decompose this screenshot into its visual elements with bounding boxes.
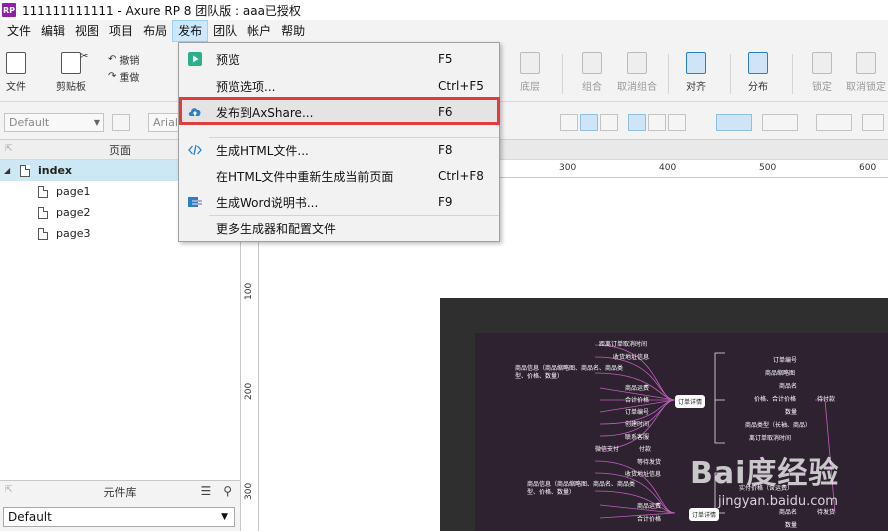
shadow-button[interactable]: [762, 114, 798, 131]
unlock-button[interactable]: 取消锁定: [846, 52, 886, 93]
line-style-button[interactable]: [862, 114, 884, 131]
menu-item-preview-options[interactable]: 预览选项... Ctrl+F5: [179, 74, 499, 98]
menu-item-generate-html[interactable]: 生成HTML文件... F8: [179, 138, 499, 162]
align-right-text-button[interactable]: [600, 114, 618, 131]
menu-item-more-generators[interactable]: 更多生成器和配置文件: [179, 216, 499, 240]
font-select[interactable]: Arial: [148, 113, 180, 132]
bottom-layer-button[interactable]: 底层: [520, 52, 540, 93]
unlock-icon: [856, 52, 876, 74]
lock-icon: [812, 52, 832, 74]
library-panel: ⇱ 元件库 ☰ ⚲ Default ▼: [0, 480, 241, 531]
search-icon[interactable]: ⚲: [223, 484, 232, 498]
scissors-icon: ✂: [80, 51, 89, 62]
menu-view[interactable]: 视图: [70, 20, 104, 42]
page-icon: [38, 206, 48, 219]
annotation-highlight-box: [179, 97, 500, 125]
library-panel-header: ⇱ 元件库 ☰ ⚲: [5, 484, 232, 499]
menu-publish[interactable]: 发布: [172, 20, 209, 42]
bottom-layer-icon: [520, 52, 540, 74]
pin-icon[interactable]: ⇱: [5, 485, 13, 495]
toolbar-separator: [562, 54, 563, 94]
publish-menu-dropdown: 预览 F5 预览选项... Ctrl+F5 发布到AxShare... F6 生…: [178, 42, 500, 242]
code-icon: [188, 144, 202, 156]
menu-project[interactable]: 项目: [104, 20, 138, 42]
group-button[interactable]: 组合: [582, 52, 602, 93]
page-icon: [38, 227, 48, 240]
ungroup-icon: [627, 52, 647, 74]
word-doc-icon: [188, 197, 202, 207]
align-top-button[interactable]: [628, 114, 646, 131]
paste-icon: [61, 52, 81, 74]
page-icon: [38, 185, 48, 198]
chevron-down-icon: ▼: [93, 118, 100, 127]
axure-app-icon: RP: [2, 3, 16, 17]
window-title: 111111111111 - Axure RP 8 团队版 : aaa已授权: [22, 3, 301, 18]
toolbar-separator: [730, 54, 731, 94]
undo-icon: ↶: [108, 54, 117, 65]
group-icon: [582, 52, 602, 74]
play-icon: [188, 52, 202, 66]
toolbar-separator: [668, 54, 669, 94]
toolbar-separator: [792, 54, 793, 94]
cut-button[interactable]: ✂: [80, 51, 88, 62]
pin-icon[interactable]: ⇱: [5, 144, 13, 154]
title-bar: RP 111111111111 - Axure RP 8 团队版 : aaa已授…: [0, 0, 888, 20]
line-color-button[interactable]: [816, 114, 852, 131]
menu-item-generate-word[interactable]: 生成Word说明书... F9: [179, 190, 499, 214]
style-select[interactable]: Default ▼: [4, 113, 104, 132]
collapse-triangle-icon[interactable]: ◢: [4, 166, 14, 175]
chevron-down-icon: ▼: [221, 512, 228, 522]
menu-icon[interactable]: ☰: [200, 484, 211, 498]
library-select[interactable]: Default ▼: [3, 507, 235, 527]
page-icon: [20, 164, 30, 177]
menu-file[interactable]: 文件: [2, 20, 36, 42]
new-file-icon: [6, 52, 26, 74]
file-button[interactable]: 文件: [6, 52, 26, 93]
fill-color-button[interactable]: [716, 114, 752, 131]
align-middle-button[interactable]: [648, 114, 666, 131]
menu-layout[interactable]: 布局: [138, 20, 172, 42]
distribute-icon: [748, 52, 768, 74]
align-button[interactable]: 对齐: [686, 52, 706, 93]
align-center-text-button[interactable]: [580, 114, 598, 131]
align-left-icon: [686, 52, 706, 74]
menu-account[interactable]: 帐户: [242, 20, 276, 42]
menu-edit[interactable]: 编辑: [36, 20, 70, 42]
distribute-button[interactable]: 分布: [748, 52, 768, 93]
undo-button[interactable]: ↶ 撤销: [108, 52, 139, 67]
menu-bar: 文件 编辑 视图 项目 布局 发布 团队 帐户 帮助: [0, 20, 888, 42]
menu-item-regenerate-page[interactable]: 在HTML文件中重新生成当前页面 Ctrl+F8: [179, 164, 499, 188]
baidu-watermark: Bai度经验: [690, 456, 840, 491]
lock-button[interactable]: 锁定: [812, 52, 832, 93]
redo-icon: ↷: [108, 71, 117, 82]
menu-team[interactable]: 团队: [208, 20, 242, 42]
menu-help[interactable]: 帮助: [276, 20, 310, 42]
ungroup-button[interactable]: 取消组合: [617, 52, 657, 93]
align-left-text-button[interactable]: [560, 114, 578, 131]
align-bottom-button[interactable]: [668, 114, 686, 131]
redo-button[interactable]: ↷ 重做: [108, 69, 139, 84]
menu-item-preview[interactable]: 预览 F5: [179, 47, 499, 71]
format-painter-button[interactable]: [112, 114, 130, 131]
baidu-watermark-url: jingyan.baidu.com: [718, 494, 838, 509]
